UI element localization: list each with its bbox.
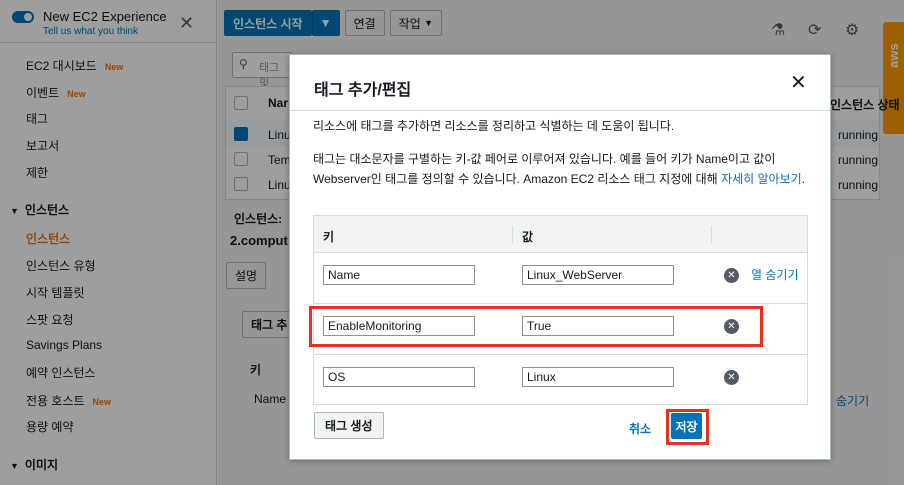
tags-table-header: 키 값 [314,216,807,253]
tag-value-input[interactable] [522,265,674,285]
divider [290,110,830,111]
remove-tag-icon[interactable]: ✕ [724,370,739,385]
learn-more-link[interactable]: 자세히 알아보기 [721,172,802,186]
remove-tag-icon[interactable]: ✕ [724,268,739,283]
edit-tags-modal: 태그 추가/편집 ✕ 리소스에 태그를 추가하면 리소스를 정리하고 식별하는 … [289,54,831,460]
tag-key-input[interactable] [323,265,475,285]
tag-row: ✕ 열 숨기기 [314,253,807,304]
tag-row: ✕ [314,355,807,406]
tag-key-input[interactable] [323,367,475,387]
modal-description: 리소스에 태그를 추가하면 리소스를 정리하고 식별하는 데 도움이 됩니다. [313,119,675,133]
hide-column-link[interactable]: 열 숨기기 [751,266,799,283]
create-tag-button[interactable]: 태그 생성 [314,412,384,439]
save-button[interactable]: 저장 [671,413,702,439]
tag-value-input[interactable] [522,367,674,387]
close-icon[interactable]: ✕ [790,73,807,93]
row-highlight [309,306,763,347]
cancel-button[interactable]: 취소 [629,420,651,437]
key-column-header: 키 [323,230,335,244]
modal-title: 태그 추가/편집 [314,82,412,99]
value-column-header: 값 [522,230,534,244]
modal-help-text: 태그는 대소문자를 구별하는 키-값 페어로 이루어져 있습니다. 예를 들어 … [313,152,806,186]
